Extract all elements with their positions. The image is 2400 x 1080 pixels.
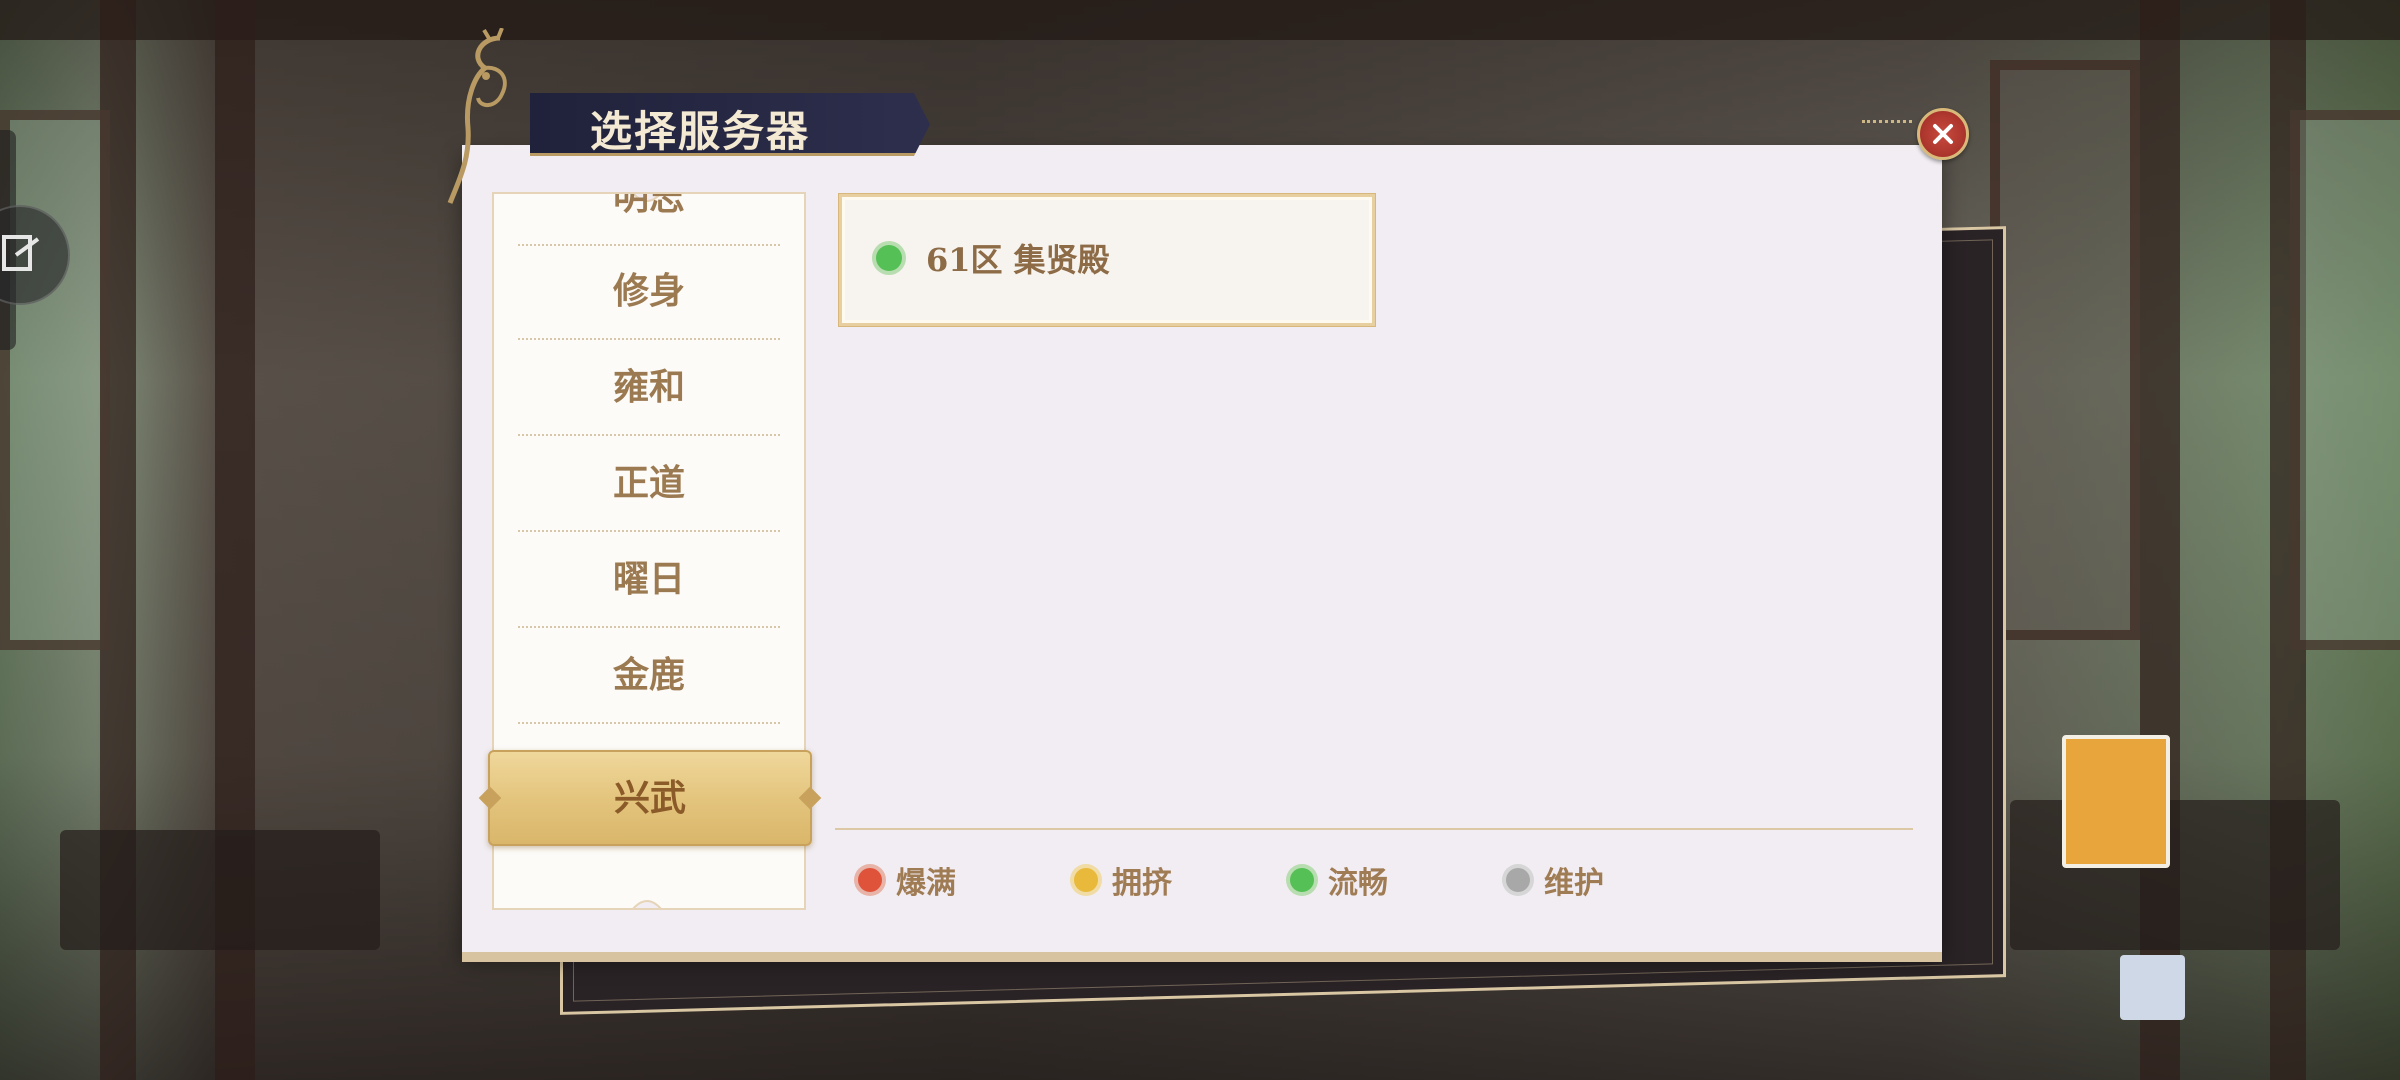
status-dot-full <box>858 868 882 892</box>
legend-smooth: 流畅 <box>1290 860 1388 901</box>
furniture <box>60 830 380 950</box>
legend-label: 拥挤 <box>1112 866 1172 901</box>
server-card[interactable]: 61区 集贤殿 <box>839 194 1375 326</box>
close-ornament <box>1862 120 1912 123</box>
hanging-scroll <box>2062 735 2170 868</box>
status-dot-smooth <box>1290 868 1314 892</box>
server-group-item[interactable]: 修身 <box>518 244 780 340</box>
share-icon <box>2 235 40 271</box>
status-dot-maintenance <box>1506 868 1530 892</box>
server-group-item[interactable]: 明志 <box>518 194 780 246</box>
ceiling-beam <box>0 0 2400 40</box>
server-group-label: 兴武 <box>613 777 686 819</box>
legend-label: 流畅 <box>1328 866 1388 901</box>
legend-label: 维护 <box>1544 866 1604 901</box>
legend-label: 爆满 <box>896 866 956 901</box>
server-group-item-selected[interactable]: 兴武 <box>478 750 822 846</box>
status-dot-crowded <box>1074 868 1098 892</box>
server-group-item[interactable]: 金鹿 <box>518 628 780 724</box>
legend-maintenance: 维护 <box>1506 860 1604 901</box>
close-button[interactable] <box>1917 108 1969 160</box>
close-icon <box>1933 124 1953 144</box>
furniture <box>2010 800 2340 950</box>
legend-divider <box>835 828 1913 830</box>
legend-full: 爆满 <box>858 860 956 901</box>
server-group-item[interactable]: 正道 <box>518 436 780 532</box>
notch-ornament <box>632 900 662 908</box>
dialog-title: 选择服务器 <box>590 107 811 156</box>
server-group-item[interactable]: 曜日 <box>518 532 780 628</box>
window <box>0 110 110 650</box>
decor-box <box>2120 955 2185 1020</box>
server-group-item[interactable]: 雍和 <box>518 340 780 436</box>
server-name: 61区 集贤殿 <box>926 241 1110 279</box>
legend-crowded: 拥挤 <box>1074 860 1172 901</box>
status-dot-smooth <box>876 245 902 271</box>
window <box>1990 60 2140 640</box>
window <box>2290 110 2400 650</box>
